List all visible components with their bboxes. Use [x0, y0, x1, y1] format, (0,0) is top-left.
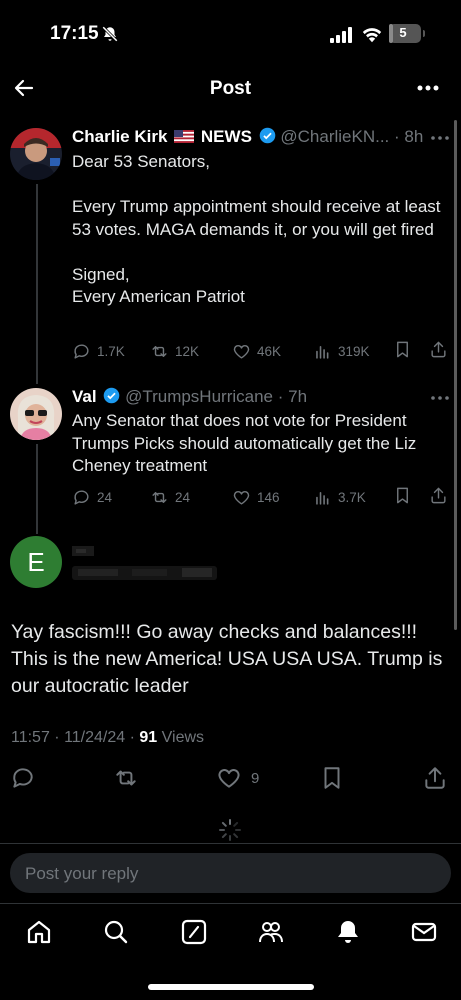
- bookmark-icon[interactable]: [393, 340, 412, 359]
- views-count: 3.7K: [338, 489, 366, 505]
- tweet-actions: 24 24 146 3.7K: [72, 486, 452, 508]
- bottom-tab-bar: [0, 908, 461, 958]
- share-icon[interactable]: [429, 340, 448, 359]
- post-actions: [0, 765, 461, 793]
- repost-button[interactable]: 24: [150, 486, 190, 508]
- thread-connector: [36, 444, 38, 534]
- post-time: · 7h: [277, 387, 308, 406]
- repost-button[interactable]: 12K: [150, 340, 199, 362]
- repost-icon: [152, 345, 167, 357]
- user-handle[interactable]: @CharlieKN...: [280, 127, 389, 146]
- battery-icon: 5: [389, 24, 421, 43]
- bell-off-icon: [102, 26, 118, 42]
- communities-icon[interactable]: [257, 918, 285, 946]
- tweet-text: Any Senator that does not vote for Presi…: [72, 411, 417, 475]
- reply-count: 24: [97, 489, 113, 505]
- avatar[interactable]: [10, 388, 62, 440]
- status-time: 17:15: [50, 23, 99, 44]
- views-count[interactable]: 91: [139, 729, 157, 746]
- heart-icon: [233, 490, 250, 505]
- messages-icon[interactable]: [410, 918, 438, 946]
- avatar[interactable]: [10, 128, 62, 180]
- like-count: 9: [251, 770, 260, 787]
- divider: [0, 843, 461, 844]
- notifications-bell-icon[interactable]: [334, 918, 362, 946]
- avatar-photo: [10, 388, 62, 440]
- tweet-actions: 1.7K 12K 46K 319K: [72, 340, 452, 362]
- views-button[interactable]: 319K: [313, 340, 370, 362]
- reply-input[interactable]: Post your reply: [10, 853, 451, 893]
- tweet-more-icon[interactable]: [430, 394, 450, 402]
- heart-icon[interactable]: [216, 765, 242, 791]
- tweet-header: Val @TrumpsHurricane · 7h: [72, 387, 307, 407]
- heart-icon: [233, 344, 250, 359]
- reply-icon[interactable]: [10, 765, 36, 791]
- reply-count: 1.7K: [97, 343, 125, 359]
- share-icon[interactable]: [422, 765, 448, 791]
- verified-badge-icon: [104, 387, 120, 404]
- battery-tip: [423, 30, 425, 37]
- like-button[interactable]: 146: [232, 486, 280, 508]
- tweet-header: Charlie Kirk NEWS @CharlieKN... · 8h: [72, 127, 423, 147]
- home-icon[interactable]: [25, 918, 53, 946]
- like-count: 46K: [257, 343, 282, 359]
- display-name-suffix[interactable]: NEWS: [201, 127, 252, 146]
- reply-icon: [74, 343, 89, 359]
- reply-icon: [74, 489, 89, 505]
- bookmark-icon[interactable]: [319, 765, 345, 791]
- us-flag-icon: [174, 130, 195, 143]
- divider: [0, 903, 461, 904]
- repost-count: 12K: [175, 343, 200, 359]
- display-name[interactable]: Val: [72, 387, 97, 406]
- post-text: Yay fascism!!! Go away checks and balanc…: [11, 621, 443, 697]
- post-metadata: 11:57 · 11/24/24 · 91 Views: [11, 729, 204, 747]
- reply-button[interactable]: 24: [72, 486, 112, 508]
- home-indicator[interactable]: [148, 984, 314, 990]
- post-time: · 8h: [394, 127, 424, 146]
- repost-count: 24: [175, 489, 191, 505]
- repost-icon: [152, 491, 167, 503]
- views-button[interactable]: 3.7K: [313, 486, 366, 508]
- avatar-photo: [10, 128, 62, 180]
- bookmark-icon[interactable]: [393, 486, 412, 505]
- status-bar: 17:15 5: [0, 0, 461, 60]
- views-label: Views: [157, 729, 205, 746]
- like-button[interactable]: 46K: [232, 340, 281, 362]
- reply-button[interactable]: 1.7K: [72, 340, 125, 362]
- page-title: Post: [209, 78, 252, 99]
- share-icon[interactable]: [429, 486, 448, 505]
- header: Post: [0, 60, 461, 116]
- thread-connector: [36, 184, 38, 384]
- verified-badge-icon: [259, 127, 275, 144]
- views-icon: [316, 345, 329, 359]
- search-icon[interactable]: [102, 918, 130, 946]
- repost-icon[interactable]: [113, 765, 139, 791]
- signal-icon: [330, 27, 352, 43]
- views-icon: [316, 491, 329, 505]
- like-count: 146: [257, 489, 280, 505]
- tweet-more-icon[interactable]: [430, 134, 450, 142]
- loading-spinner-icon: [219, 819, 241, 841]
- compose-icon[interactable]: [180, 918, 208, 946]
- tweet-text: Dear 53 Senators, Every Trump appointmen…: [72, 152, 441, 306]
- scrollbar[interactable]: [454, 120, 457, 630]
- post-timestamp: 11:57 · 11/24/24 ·: [11, 729, 140, 746]
- more-options-icon[interactable]: [415, 76, 441, 100]
- reply-placeholder: Post your reply: [25, 864, 139, 883]
- battery-percent: 5: [399, 25, 407, 40]
- wifi-icon: [362, 28, 382, 43]
- redacted-username: [72, 546, 217, 580]
- views-count: 319K: [338, 343, 370, 359]
- user-handle[interactable]: @TrumpsHurricane: [125, 387, 273, 406]
- display-name[interactable]: Charlie Kirk: [72, 127, 167, 146]
- avatar[interactable]: E: [10, 536, 62, 588]
